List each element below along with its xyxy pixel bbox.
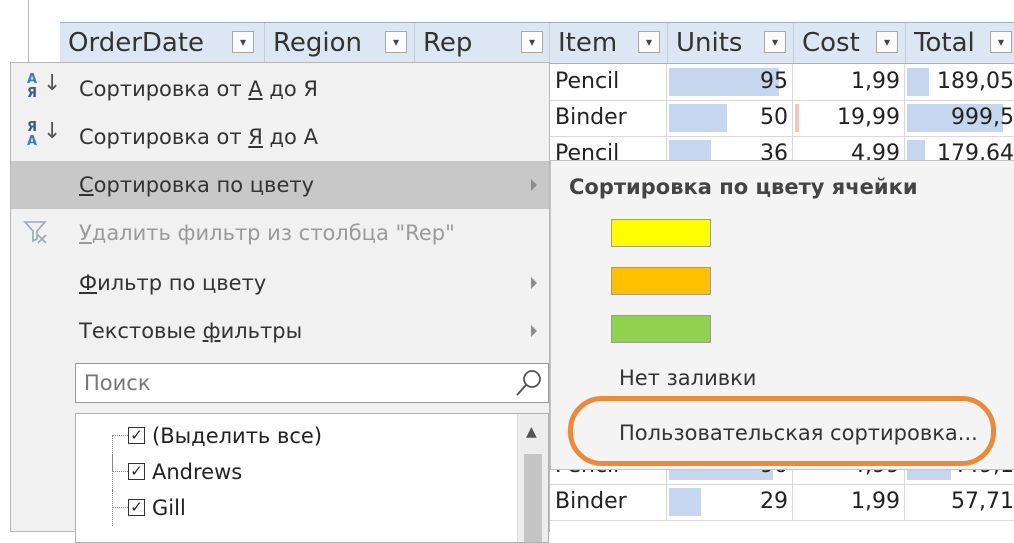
cell-item: Binder [549,484,667,520]
cell-cost: 1,99 [793,484,905,520]
table-row[interactable]: Binder 50 19,99 999,5 [549,100,1014,137]
scroll-up-icon[interactable]: ▲ [526,424,537,440]
rep-filter-dropdown[interactable]: ▾ [521,31,543,53]
submenu-arrow-icon [531,325,537,337]
menu-item-sort-by-color[interactable]: Сортировка по цвету [11,161,549,209]
menu-item-text-filters[interactable]: Текстовые фильтры [11,307,549,355]
col-header-item: Item ▾ [550,23,668,63]
submenu-arrow-icon [531,277,537,289]
cell-item: Pencil [549,136,667,160]
orderdate-filter-dropdown[interactable]: ▾ [232,31,254,53]
submenu-title: Сортировка по цвету ячейки [569,175,918,199]
menu-item-sort-desc[interactable]: Я А ↓ Сортировка от Я до А [11,113,549,161]
sort-by-color-submenu: Сортировка по цвету ячейки Нет заливки П… [550,160,1014,470]
col-header-orderdate: OrderDate ▾ [60,23,265,63]
region-filter-dropdown[interactable]: ▾ [385,31,407,53]
submenu-arrow-icon [531,179,537,191]
menu-item-custom-sort[interactable]: Пользовательская сортировка... [619,421,978,445]
sort-desc-icon: Я А ↓ [27,119,62,149]
cell-total: 999,5 [905,100,1014,136]
list-scrollbar[interactable]: ▲ [517,414,548,542]
col-header-units: Units ▾ [668,23,794,63]
search-input[interactable]: Поиск [75,363,549,403]
autofilter-menu: А Я ↓ Сортировка от А до Я Я А ↓ Сортиро… [10,62,550,543]
col-header-region: Region ▾ [265,23,415,63]
cell-total: 189,05 [905,64,1014,100]
total-filter-dropdown[interactable]: ▾ [990,31,1012,53]
checkbox[interactable]: ✓ [128,463,145,480]
table-row[interactable]: Pencil 95 1,99 189,05 [549,64,1014,101]
cell-units: 36 [667,136,793,160]
col-header-cost: Cost ▾ [794,23,906,63]
value-checklist: ✓ (Выделить все) ✓ Andrews ✓ Gill ▲ [75,413,549,543]
table-row[interactable]: Binder 29 1,99 57,71 [549,484,1014,521]
checkbox[interactable]: ✓ [128,427,145,444]
sort-asc-icon: А Я ↓ [27,71,62,101]
cell-units: 50 [667,100,793,136]
list-item[interactable]: ✓ Andrews [76,454,516,490]
cell-units: 29 [667,484,793,520]
col-header-rep: Rep ▾ [415,23,550,63]
cost-filter-dropdown[interactable]: ▾ [876,31,898,53]
cell-cost: 1,99 [793,64,905,100]
table-row[interactable]: Pencil 36 4,99 179,64 [549,136,1014,161]
search-icon [516,370,541,396]
cell-item: Binder [549,100,667,136]
color-swatch-orange[interactable] [611,267,711,295]
color-swatch-green[interactable] [611,315,711,343]
menu-item-sort-asc[interactable]: А Я ↓ Сортировка от А до Я [11,65,549,113]
cell-item: Pencil [549,64,667,100]
menu-item-no-fill[interactable]: Нет заливки [619,366,756,390]
units-filter-dropdown[interactable]: ▾ [764,31,786,53]
cell-cost: 4,99 [793,136,905,160]
scroll-thumb[interactable] [524,454,542,542]
cell-units: 95 [667,64,793,100]
clear-filter-icon [23,221,47,244]
menu-item-filter-by-color[interactable]: Фильтр по цвету [11,259,549,307]
cell-total: 57,71 [905,484,1014,520]
cell-total: 179,64 [905,136,1014,160]
color-swatch-yellow[interactable] [611,219,711,247]
list-item[interactable]: ✓ (Выделить все) [76,418,516,471]
col-header-total: Total ▾ [906,23,1014,63]
item-filter-dropdown[interactable]: ▾ [638,31,660,53]
table-header-row: OrderDate ▾ Region ▾ Rep ▾ Item ▾ Units … [60,22,1014,64]
menu-item-clear-filter[interactable]: Удалить фильтр из столбца "Rep" [11,209,549,257]
checkbox[interactable]: ✓ [128,499,145,516]
cell-cost: 19,99 [793,100,905,136]
